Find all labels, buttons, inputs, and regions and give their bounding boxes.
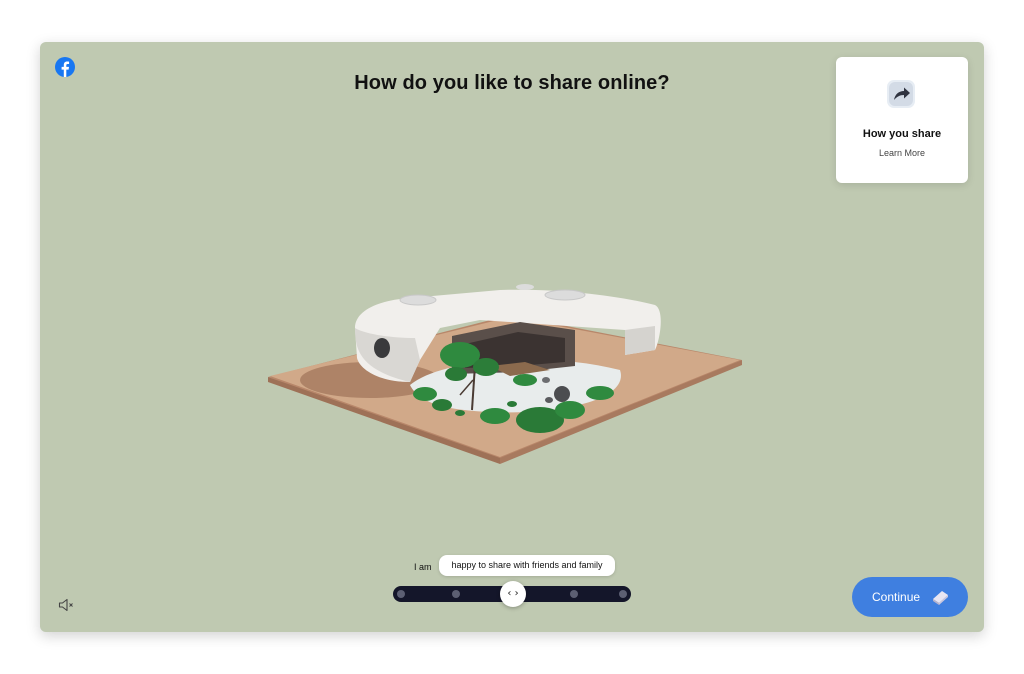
slider-stop[interactable] — [570, 590, 578, 598]
app-frame: How do you like to share online? How you… — [40, 42, 984, 632]
speaker-muted-icon[interactable] — [58, 598, 74, 612]
share-arrow-icon — [887, 80, 915, 108]
continue-button[interactable]: Continue — [852, 577, 968, 617]
slider-stop[interactable] — [452, 590, 460, 598]
slider-stop[interactable] — [397, 590, 405, 598]
house-garden-illustration — [268, 284, 742, 464]
answer-prefix: I am — [414, 562, 432, 572]
learn-more-link[interactable]: Learn More — [836, 148, 968, 158]
slider-thumb[interactable]: ‹ › — [500, 581, 526, 607]
card-title: How you share — [862, 128, 942, 140]
eraser-icon — [933, 591, 948, 605]
share-level-slider[interactable]: ‹ › — [393, 581, 631, 607]
answer-label[interactable]: happy to share with friends and family — [439, 555, 615, 576]
slider-stop[interactable] — [619, 590, 627, 598]
info-card[interactable]: How you share Learn More — [836, 57, 968, 183]
continue-label: Continue — [872, 590, 921, 604]
